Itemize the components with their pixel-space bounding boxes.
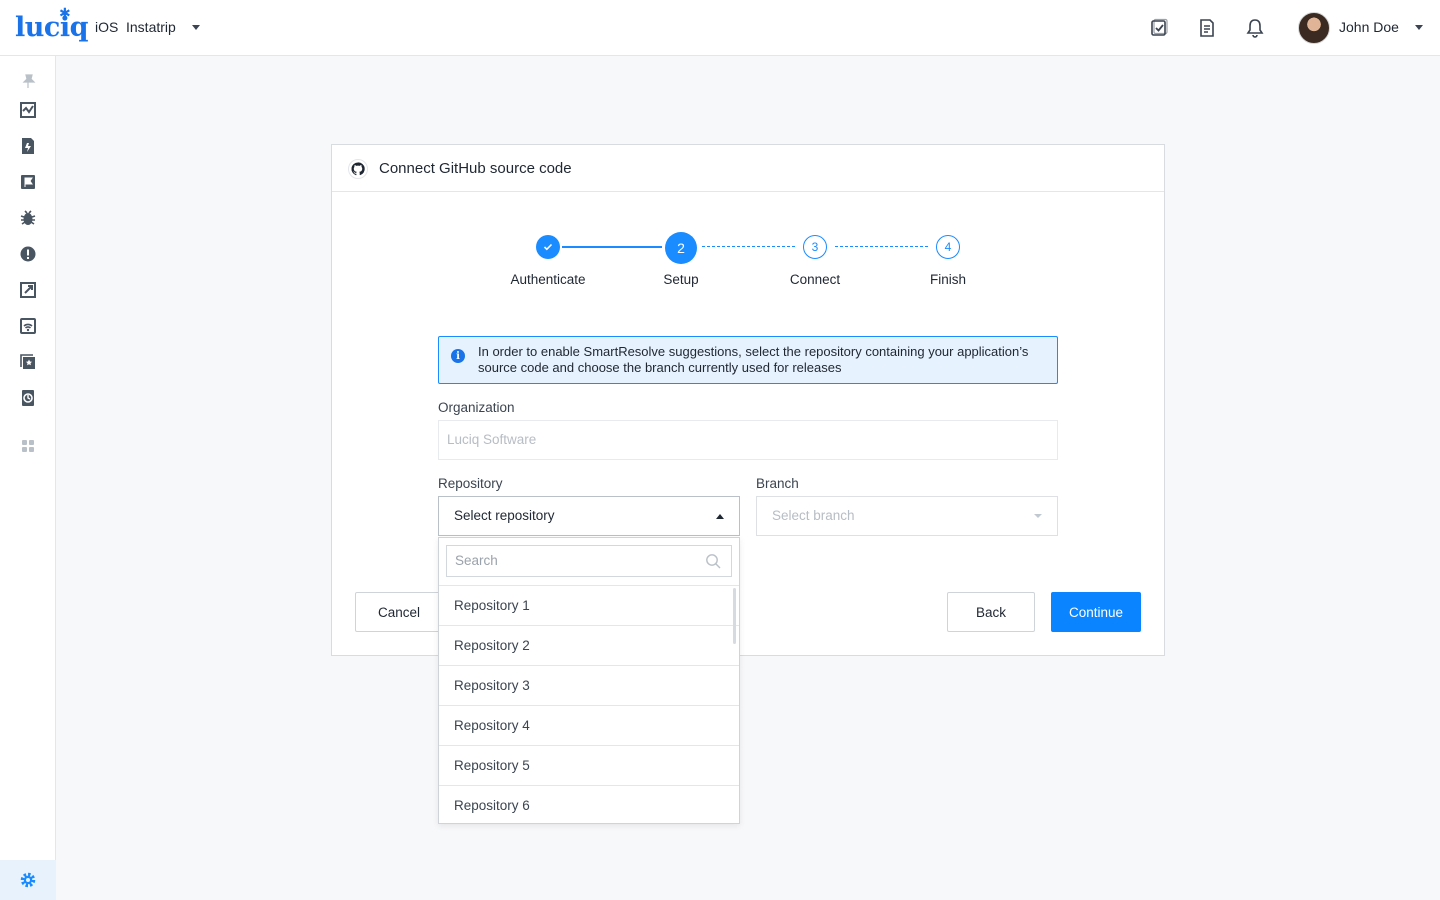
info-text: In order to enable SmartResolve suggesti…: [478, 344, 1029, 375]
chevron-down-icon[interactable]: [192, 25, 200, 30]
user-chevron-down-icon[interactable]: [1415, 25, 1423, 30]
list-item[interactable]: Repository 1: [439, 585, 739, 625]
repository-select[interactable]: Select repository: [438, 496, 740, 536]
step-4-finish: 4: [936, 235, 960, 259]
app-platform: iOS: [95, 19, 119, 35]
logo-text: luciq: [15, 12, 88, 43]
branch-select-placeholder: Select branch: [772, 508, 855, 523]
network-icon[interactable]: [19, 317, 37, 335]
repository-label: Repository: [438, 476, 503, 491]
bug-icon[interactable]: [19, 209, 37, 227]
chevron-up-icon: [716, 514, 724, 519]
user-name[interactable]: John Doe: [1339, 19, 1399, 35]
list-item[interactable]: Repository 3: [439, 665, 739, 705]
github-icon: [348, 159, 368, 179]
step-label-authenticate: Authenticate: [510, 272, 586, 287]
search-placeholder: Search: [455, 553, 498, 568]
crash-report-icon[interactable]: [19, 137, 37, 155]
document-icon[interactable]: [1197, 18, 1217, 38]
dashboard-icon[interactable]: [19, 101, 37, 119]
card-header: Connect GitHub source code: [332, 145, 1164, 192]
branch-label: Branch: [756, 476, 799, 491]
dropdown-scrollbar[interactable]: [733, 588, 736, 644]
step-connector-2: [702, 246, 795, 247]
luciq-logo[interactable]: luciq ✱: [15, 6, 88, 44]
branch-select[interactable]: Select branch: [756, 496, 1058, 536]
repository-list: Repository 1 Repository 2 Repository 3 R…: [439, 585, 739, 823]
list-item[interactable]: Repository 5: [439, 745, 739, 785]
step-1-authenticate: [536, 235, 560, 259]
continue-button[interactable]: Continue: [1051, 592, 1141, 632]
logo-star-icon: ✱: [59, 6, 71, 22]
step-label-finish: Finish: [929, 272, 966, 287]
bell-icon[interactable]: [1245, 18, 1265, 38]
list-item[interactable]: Repository 4: [439, 705, 739, 745]
step-2-setup: 2: [665, 232, 697, 264]
rocket-icon[interactable]: [19, 281, 37, 299]
app-selector[interactable]: Instatrip: [126, 19, 176, 35]
step-connector-1: [562, 246, 662, 248]
info-icon: i: [451, 349, 465, 363]
pin-icon[interactable]: [19, 72, 37, 90]
checklist-icon[interactable]: [1149, 18, 1169, 38]
search-icon: [706, 554, 721, 569]
list-item[interactable]: Repository 2: [439, 625, 739, 665]
step-label-setup: Setup: [663, 272, 699, 287]
avatar[interactable]: [1298, 12, 1330, 44]
organization-field: Luciq Software: [438, 420, 1058, 460]
chevron-down-icon: [1034, 514, 1042, 518]
sessions-icon[interactable]: [19, 389, 37, 407]
cancel-button[interactable]: Cancel: [355, 592, 443, 632]
sidebar: [0, 56, 56, 900]
top-bar: luciq ✱ iOS Instatrip John Doe: [0, 0, 1440, 56]
check-icon: [543, 243, 553, 251]
gear-icon: [20, 872, 36, 888]
list-item[interactable]: Repository 6: [439, 785, 739, 823]
back-button[interactable]: Back: [947, 592, 1035, 632]
alert-icon[interactable]: [19, 245, 37, 263]
step-3-connect: 3: [803, 235, 827, 259]
step-label-connect: Connect: [789, 272, 841, 287]
card-title: Connect GitHub source code: [379, 160, 572, 177]
repository-select-value: Select repository: [454, 508, 555, 523]
reviews-icon[interactable]: [19, 353, 37, 371]
settings-nav-item[interactable]: [0, 860, 56, 900]
apps-grid-icon[interactable]: [19, 437, 37, 455]
organization-label: Organization: [438, 400, 515, 415]
info-banner: i In order to enable SmartResolve sugges…: [438, 336, 1058, 384]
repository-search-input[interactable]: Search: [446, 545, 732, 577]
feedback-icon[interactable]: [19, 173, 37, 191]
step-connector-3: [835, 246, 928, 247]
repository-dropdown: Search Repository 1 Repository 2 Reposit…: [438, 537, 740, 824]
